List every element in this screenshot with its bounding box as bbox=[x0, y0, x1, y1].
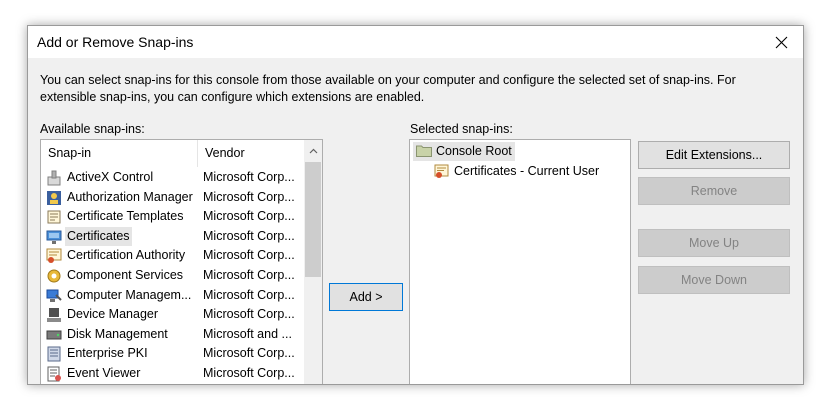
snapin-vendor: Microsoft and ... bbox=[203, 326, 292, 341]
tree-root[interactable]: Console Root bbox=[436, 144, 512, 158]
selected-snapins-tree[interactable]: Console Root Certificates - Current User bbox=[409, 139, 631, 384]
snapin-vendor: Microsoft Corp... bbox=[203, 287, 295, 302]
snapin-name: Component Services bbox=[67, 268, 184, 282]
close-icon bbox=[775, 36, 787, 48]
snapin-name: Enterprise PKI bbox=[67, 346, 148, 361]
snapin-vendor: Microsoft Corp... bbox=[203, 170, 295, 184]
snapin-vendor: Microsoft Corp... bbox=[203, 268, 295, 282]
snapin-vendor: Microsoft Corp... bbox=[203, 189, 295, 204]
move-up-button[interactable]: Move Up bbox=[638, 229, 790, 257]
snapin-name: Certification Authority bbox=[67, 248, 186, 263]
scrollbar-thumb[interactable] bbox=[305, 162, 321, 277]
snapin-row-computer-managem[interactable]: Computer Managem... Microsoft Corp... bbox=[41, 286, 303, 306]
authorization-manager-icon bbox=[47, 190, 61, 205]
move-down-button[interactable]: Move Down bbox=[638, 266, 790, 294]
component-services-icon bbox=[47, 269, 61, 283]
snapin-row-authorization-manager[interactable]: Authorization Manager Microsoft Corp... bbox=[41, 188, 303, 208]
available-snapins-label: Available snap-ins: bbox=[40, 122, 145, 136]
chevron-up-icon bbox=[309, 148, 317, 154]
snapin-row-certificate-templates[interactable]: Certificate Templates Microsoft Corp... bbox=[41, 207, 303, 227]
certificate-store-icon bbox=[434, 164, 449, 178]
event-viewer-icon bbox=[47, 366, 61, 382]
snapin-row-activex-control[interactable]: ActiveX Control Microsoft Corp... bbox=[41, 168, 303, 188]
available-snapins-list[interactable]: Snap-in Vendor ActiveX Control Microsoft … bbox=[40, 139, 323, 384]
edit-extensions-button[interactable]: Edit Extensions... bbox=[638, 141, 790, 169]
snapin-name: Certificate Templates bbox=[67, 209, 184, 224]
add-remove-snapins-dialog: Add or Remove Snap-ins You can select sn… bbox=[27, 25, 804, 385]
snapin-vendor: Microsoft Corp... bbox=[203, 209, 295, 224]
snapin-vendor: Microsoft Corp... bbox=[203, 366, 295, 380]
certificates-icon bbox=[46, 230, 62, 244]
add-button[interactable]: Add > bbox=[329, 283, 403, 311]
close-button[interactable] bbox=[759, 26, 803, 58]
snapin-row-device-manager[interactable]: Device Manager Microsoft Corp... bbox=[41, 305, 303, 325]
snapin-vendor: Microsoft Corp... bbox=[203, 228, 295, 243]
snapin-name: Disk Management bbox=[67, 326, 168, 341]
column-header-snapin[interactable]: Snap-in bbox=[41, 140, 197, 167]
activex-control-icon bbox=[47, 170, 61, 186]
window-title: Add or Remove Snap-ins bbox=[37, 34, 194, 50]
disk-management-icon bbox=[46, 330, 62, 340]
snapin-row-certificates[interactable]: Certificates Microsoft Corp... bbox=[41, 226, 303, 247]
snapin-name: Certificates bbox=[67, 228, 130, 243]
computer-management-icon bbox=[46, 289, 62, 302]
snapin-row-event-viewer[interactable]: Event Viewer Microsoft Corp... bbox=[41, 364, 303, 384]
selected-snapins-label: Selected snap-ins: bbox=[410, 122, 513, 136]
snapin-row-enterprise-pki[interactable]: Enterprise PKI Microsoft Corp... bbox=[41, 344, 303, 364]
snapin-row-disk-management[interactable]: Disk Management Microsoft and ... bbox=[41, 325, 303, 345]
snapin-vendor: Microsoft Corp... bbox=[203, 307, 295, 322]
snapin-vendor: Microsoft Corp... bbox=[203, 248, 295, 263]
remove-button[interactable]: Remove bbox=[638, 177, 790, 205]
folder-icon bbox=[416, 145, 432, 157]
snapin-vendor: Microsoft Corp... bbox=[203, 346, 295, 361]
snapin-name: Device Manager bbox=[67, 307, 159, 322]
device-manager-icon bbox=[47, 308, 61, 323]
snapin-name: Authorization Manager bbox=[67, 189, 193, 204]
tree-child-certificates-current-user[interactable]: Certificates - Current User bbox=[454, 164, 599, 178]
certification-authority-icon bbox=[46, 248, 62, 264]
title-bar: Add or Remove Snap-ins bbox=[28, 26, 803, 58]
vertical-scrollbar[interactable] bbox=[304, 140, 322, 384]
description-text: You can select snap-ins for this console… bbox=[40, 73, 736, 104]
scroll-up-button[interactable] bbox=[304, 140, 322, 162]
snapin-name: Computer Managem... bbox=[67, 287, 192, 302]
column-header-vendor[interactable]: Vendor bbox=[198, 140, 303, 167]
snapin-row-certification-authority[interactable]: Certification Authority Microsoft Corp... bbox=[41, 246, 303, 266]
certificate-templates-icon bbox=[47, 210, 61, 224]
snapin-name: Event Viewer bbox=[67, 366, 141, 380]
enterprise-pki-icon bbox=[47, 346, 61, 362]
snapin-row-component-services[interactable]: Component Services Microsoft Corp... bbox=[41, 266, 303, 286]
snapin-name: ActiveX Control bbox=[67, 170, 154, 184]
